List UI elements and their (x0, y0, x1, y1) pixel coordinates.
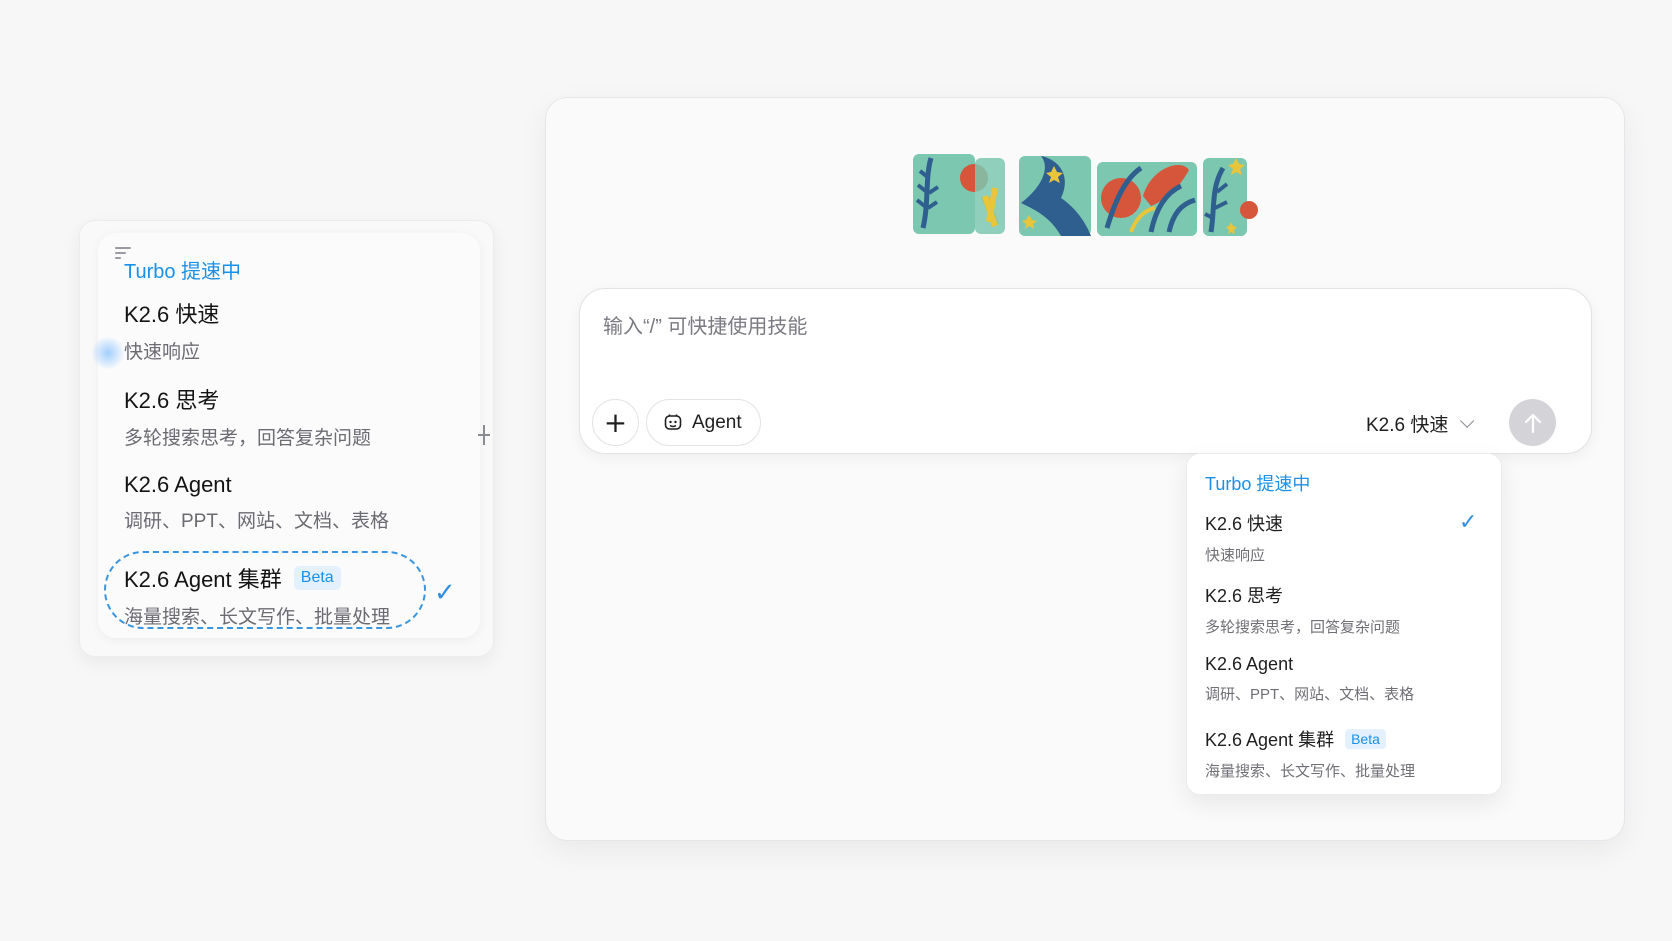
click-indicator (92, 337, 124, 369)
agent-icon (664, 414, 682, 430)
option-title: K2.6 Agent (1205, 654, 1294, 674)
check-icon: ✓ (434, 578, 456, 608)
option-subtitle: 多轮搜索思考，回答复杂问题 (124, 428, 372, 449)
beta-badge: Beta (293, 566, 341, 590)
model-select-label: K2.6 快速 (1366, 414, 1449, 436)
arrow-up-icon (1524, 413, 1541, 433)
zoom-option-agent[interactable]: K2.6 Agent 调研、PPT、网站、文档、表格 (124, 472, 389, 533)
option-subtitle: 调研、PPT、网站、文档、表格 (1205, 686, 1415, 703)
agent-button[interactable]: Agent (646, 399, 761, 446)
chevron-down-icon (1460, 413, 1475, 428)
option-subtitle: 快速响应 (124, 342, 201, 363)
zoom-turbo-label: Turbo 提速中 (124, 261, 242, 283)
option-think[interactable]: K2.6 思考 多轮搜索思考，回答复杂问题 (1205, 582, 1400, 637)
option-title-row: K2.6 Agent 集群 Beta (124, 562, 390, 594)
option-title: K2.6 Agent (124, 472, 232, 497)
option-title: K2.6 思考 (1205, 586, 1284, 606)
option-subtitle: 调研、PPT、网站、文档、表格 (124, 511, 389, 532)
model-select[interactable]: K2.6 快速 (1366, 405, 1475, 441)
option-agent[interactable]: K2.6 Agent 调研、PPT、网站、文档、表格 (1205, 654, 1414, 704)
option-subtitle: 多轮搜索思考，回答复杂问题 (1205, 619, 1401, 636)
message-input[interactable] (603, 307, 1503, 347)
option-subtitle: 海量搜索、长文写作、批量处理 (124, 607, 391, 628)
plus-icon: + (603, 405, 628, 439)
option-subtitle: 快速响应 (1205, 547, 1266, 564)
option-title: K2.6 快速 (1205, 514, 1284, 534)
send-button[interactable] (1509, 399, 1556, 446)
add-button[interactable]: + (592, 399, 639, 446)
model-dropdown: Turbo 提速中 K2.6 快速 快速响应 ✓ K2.6 思考 多轮搜索思考，… (1186, 453, 1502, 795)
option-subtitle: 海量搜索、长文写作、批量处理 (1205, 763, 1416, 780)
option-title-row: K2.6 Agent 集群 Beta (1205, 726, 1415, 752)
option-fast[interactable]: K2.6 快速 快速响应 (1205, 510, 1283, 565)
composer: + Agent K2.6 快速 (579, 288, 1592, 454)
kimi-logo (913, 154, 1258, 236)
option-agent-cluster[interactable]: K2.6 Agent 集群 Beta 海量搜索、长文写作、批量处理 (1205, 726, 1415, 781)
option-title: K2.6 快速 (124, 302, 220, 327)
check-icon: ✓ (1459, 510, 1478, 535)
option-title: K2.6 思考 (124, 388, 220, 413)
chat-window: + Agent K2.6 快速 Turbo 提速中 K2.6 快速 快速 (545, 97, 1625, 841)
zoom-option-fast[interactable]: K2.6 快速 快速响应 (124, 297, 219, 364)
beta-badge: Beta (1345, 729, 1386, 749)
zoom-option-agent-cluster[interactable]: K2.6 Agent 集群 Beta 海量搜索、长文写作、批量处理 (124, 562, 390, 629)
cursor-icon (478, 425, 490, 445)
zoom-option-think[interactable]: K2.6 思考 多轮搜索思考，回答复杂问题 (124, 383, 371, 450)
agent-label: Agent (692, 411, 742, 433)
turbo-label: Turbo 提速中 (1205, 474, 1311, 494)
option-title: K2.6 Agent 集群 (1205, 730, 1335, 750)
option-title: K2.6 Agent 集群 (124, 567, 282, 592)
